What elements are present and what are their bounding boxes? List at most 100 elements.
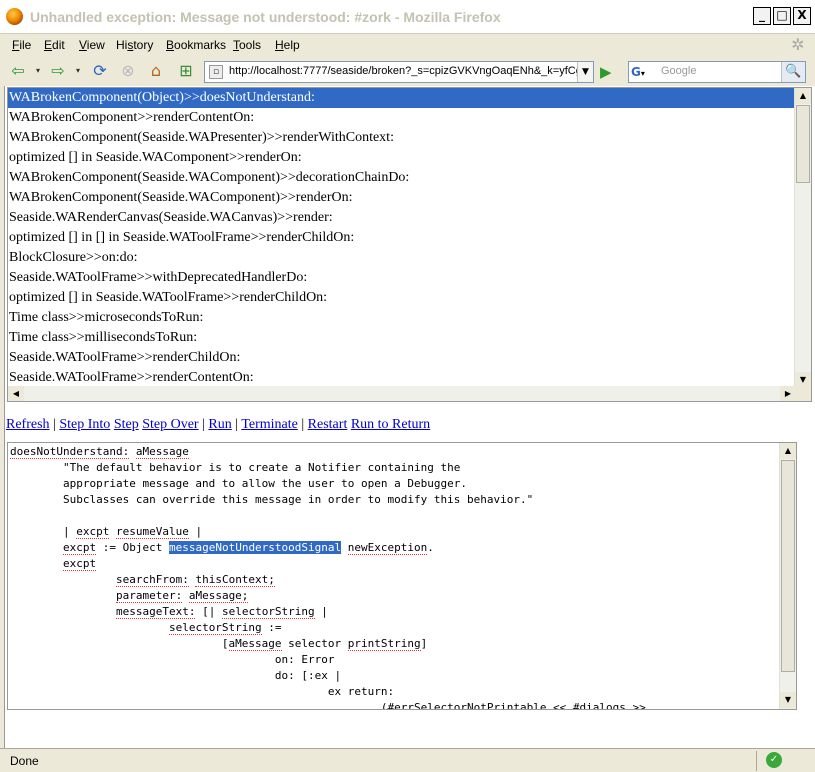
menu-tools[interactable]: Tools	[233, 38, 261, 52]
stack-frame-item[interactable]: WABrokenComponent>>renderContentOn:	[8, 108, 796, 128]
maximize-button[interactable]: □	[773, 7, 791, 25]
minimize-button[interactable]: _	[753, 7, 771, 25]
code-token: searchFrom:	[115, 573, 189, 587]
stack-horizontal-scrollbar[interactable]: ◀ ▶	[8, 386, 796, 401]
page-content: WABrokenComponent(Object)>>doesNotUnders…	[4, 86, 815, 748]
code-comment: Subclasses can override this message in …	[62, 493, 534, 506]
menu-file[interactable]: File	[12, 38, 31, 52]
menu-view[interactable]: View	[79, 38, 105, 52]
stack-trace-list[interactable]: WABrokenComponent(Object)>>doesNotUnders…	[7, 87, 812, 402]
code-token: doesNotUnderstand:	[10, 445, 130, 459]
run-to-return-link[interactable]: Run to Return	[351, 417, 430, 432]
scroll-left-icon[interactable]: ◀	[8, 386, 24, 401]
search-box[interactable]: G▾ Google 🔍	[628, 61, 806, 83]
new-tab-icon[interactable]: ⊞	[176, 61, 196, 81]
code-comment: appropriate message and to allow the use…	[62, 477, 467, 490]
stack-frame-item[interactable]: WABrokenComponent(Seaside.WAPresenter)>>…	[8, 128, 796, 148]
step-over-link[interactable]: Step Over	[142, 417, 198, 432]
url-dropdown-icon[interactable]: ▼	[577, 62, 593, 82]
code-token: resumeValue	[115, 525, 189, 539]
method-source[interactable]: doesNotUnderstand: aMessage "The default…	[10, 444, 778, 709]
stack-frame-item[interactable]: Seaside.WAToolFrame>>renderChildOn:	[8, 348, 796, 368]
menu-bookmarks[interactable]: Bookmarks	[166, 38, 226, 52]
reload-icon[interactable]: ⟳	[90, 61, 110, 81]
code-token: aMessage	[135, 445, 189, 459]
url-bar[interactable]: ▫ http://localhost:7777/seaside/broken?_…	[204, 61, 594, 83]
stack-frame-item[interactable]: optimized [] in Seaside.WAComponent>>ren…	[8, 148, 796, 168]
home-icon[interactable]: ⌂	[146, 61, 166, 81]
code-token: excpt	[62, 541, 97, 555]
scroll-thumb[interactable]	[796, 105, 810, 183]
stack-frame-item[interactable]: Seaside.WAToolFrame>>renderContentOn:	[8, 368, 796, 388]
run-link[interactable]: Run	[208, 417, 231, 432]
source-code-pane[interactable]: doesNotUnderstand: aMessage "The default…	[7, 442, 797, 710]
stack-frame-item[interactable]: WABrokenComponent(Object)>>doesNotUnders…	[8, 88, 796, 108]
code-token: aMessage;	[188, 589, 249, 603]
code-token: messageText:	[115, 605, 196, 619]
code-token: selectorString	[168, 621, 262, 635]
stack-frame-item[interactable]: WABrokenComponent(Seaside.WAComponent)>>…	[8, 188, 796, 208]
menu-help[interactable]: Help	[275, 38, 300, 52]
stack-frame-item[interactable]: Time class>>microsecondsToRun:	[8, 308, 796, 328]
search-input[interactable]: Google	[661, 65, 771, 77]
code-token: aMessage	[228, 637, 282, 651]
back-arrow-icon[interactable]: ⇦	[8, 61, 28, 81]
scroll-thumb[interactable]	[781, 460, 795, 672]
stop-icon[interactable]: ⊗	[118, 61, 138, 81]
restart-link[interactable]: Restart	[308, 417, 348, 432]
menubar: File Edit View History Bookmarks Tools H…	[0, 34, 815, 56]
separator: |	[202, 417, 205, 432]
throbber-icon: ✲	[791, 35, 805, 54]
code-token: printString	[347, 637, 421, 651]
window-title: Unhandled exception: Message not underst…	[30, 9, 501, 25]
scroll-up-icon[interactable]: ▲	[780, 443, 796, 459]
scroll-down-icon[interactable]: ▼	[780, 692, 796, 708]
back-dropdown-icon[interactable]: ▾	[36, 67, 44, 75]
source-vertical-scrollbar[interactable]: ▲ ▼	[779, 443, 796, 709]
code-token: selectorString	[221, 605, 315, 619]
navigation-toolbar: ⇦ ▾ ⇨ ▾ ⟳ ⊗ ⌂ ⊞ ▫ http://localhost:7777/…	[0, 56, 815, 86]
status-text: Done	[10, 754, 39, 768]
code-token: newException	[347, 541, 428, 555]
stack-frame-item[interactable]: optimized [] in [] in Seaside.WAToolFram…	[8, 228, 796, 248]
step-link[interactable]: Step	[114, 417, 139, 432]
code-token: thisContext;	[195, 573, 275, 587]
forward-arrow-icon[interactable]: ⇨	[48, 61, 68, 81]
code-token: parameter:	[115, 589, 183, 603]
code-token: excpt	[62, 557, 97, 571]
separator: |	[53, 417, 56, 432]
separator: |	[301, 417, 305, 432]
close-button[interactable]: X	[793, 7, 811, 25]
stack-frame-item[interactable]: Time class>>millisecondsToRun:	[8, 328, 796, 348]
page-icon: ▫	[209, 65, 223, 79]
scrollbar-corner	[794, 386, 811, 401]
stack-vertical-scrollbar[interactable]: ▲ ▼	[794, 88, 811, 388]
search-icon[interactable]: 🔍	[781, 62, 805, 82]
stack-frame-item[interactable]: Seaside.WARenderCanvas(Seaside.WACanvas)…	[8, 208, 796, 228]
firefox-logo-icon	[6, 8, 23, 25]
menu-edit[interactable]: Edit	[44, 38, 65, 52]
step-into-link[interactable]: Step Into	[59, 417, 110, 432]
terminate-link[interactable]: Terminate	[241, 417, 298, 432]
stack-frames: WABrokenComponent(Object)>>doesNotUnders…	[8, 88, 796, 388]
url-text[interactable]: http://localhost:7777/seaside/broken?_s=…	[229, 65, 577, 77]
code-token: excpt	[76, 525, 110, 539]
refresh-link[interactable]: Refresh	[6, 417, 50, 432]
separator: |	[235, 417, 239, 432]
forward-dropdown-icon[interactable]: ▾	[76, 67, 84, 75]
go-arrow-icon[interactable]: ▶	[600, 63, 618, 81]
stack-frame-item[interactable]: BlockClosure>>on:do:	[8, 248, 796, 268]
status-divider	[756, 751, 757, 771]
check-icon[interactable]: ✓	[766, 752, 782, 768]
code-comment: "The default behavior is to create a Not…	[62, 461, 461, 474]
selected-text: messageNotUnderstoodSignal	[168, 541, 342, 554]
stack-frame-item[interactable]: optimized [] in Seaside.WAToolFrame>>ren…	[8, 288, 796, 308]
statusbar: Done ✓	[0, 748, 815, 772]
menu-history[interactable]: History	[116, 38, 153, 52]
debugger-actions: Refresh | Step Into Step Step Over | Run…	[6, 417, 796, 437]
stack-frame-item[interactable]: Seaside.WAToolFrame>>withDeprecatedHandl…	[8, 268, 796, 288]
window-titlebar: Unhandled exception: Message not underst…	[0, 0, 815, 34]
stack-frame-item[interactable]: WABrokenComponent(Seaside.WAComponent)>>…	[8, 168, 796, 188]
google-engine-icon[interactable]: G▾	[631, 64, 657, 80]
scroll-up-icon[interactable]: ▲	[795, 88, 811, 104]
